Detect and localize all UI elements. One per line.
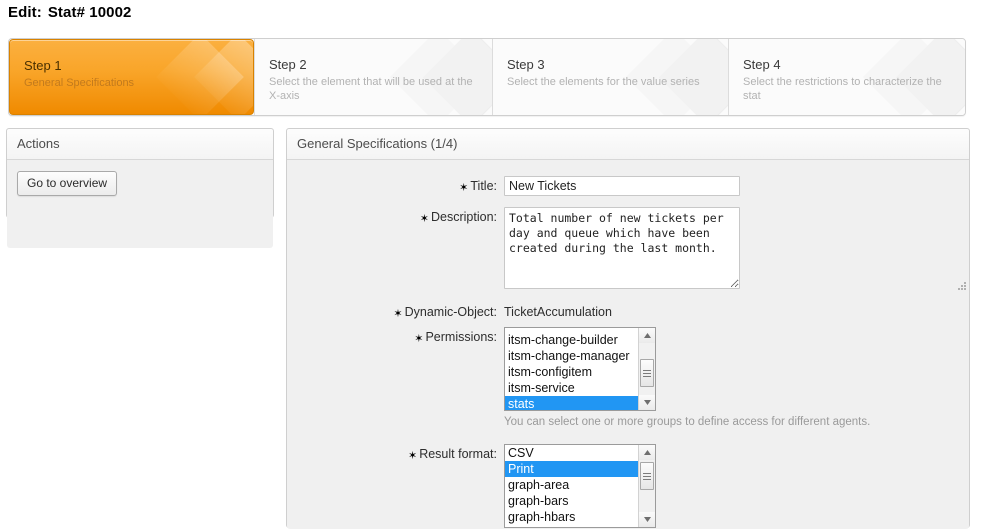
permissions-option[interactable]: itsm-configitem bbox=[505, 364, 638, 380]
dynamic-object-label: ✶ Dynamic-Object: bbox=[287, 302, 504, 323]
general-specifications-panel: General Specifications (1/4) ✶Title: ✶De… bbox=[286, 128, 970, 529]
actions-panel-body: Go to overview bbox=[7, 160, 273, 248]
permissions-scroll-track[interactable] bbox=[639, 343, 655, 395]
wizard-step-1-description: General Specifications bbox=[24, 77, 135, 89]
description-textarea[interactable]: Total number of new tickets per day and … bbox=[504, 207, 740, 289]
permissions-option[interactable]: itsm-change-builder bbox=[505, 332, 638, 348]
wizard-step-4[interactable]: Step 4 Select the restrictions to charac… bbox=[728, 39, 965, 115]
result-format-listbox[interactable]: CSV Print graph-area graph-bars graph-hb… bbox=[504, 444, 656, 528]
page-title-value: Stat# 10002 bbox=[47, 4, 132, 21]
scroll-thumb-grip-icon bbox=[643, 471, 651, 482]
result-format-scrollbar[interactable] bbox=[638, 445, 655, 527]
result-format-option[interactable]: graph-bars bbox=[505, 493, 638, 509]
wizard-step-2-description: Select the element that will be used at … bbox=[269, 76, 473, 102]
wizard-step-4-description: Select the restrictions to characterize … bbox=[743, 76, 942, 102]
scroll-up-arrow-icon[interactable] bbox=[639, 445, 655, 460]
required-marker-icon: ✶ bbox=[393, 307, 403, 320]
permissions-option[interactable]: itsm-service bbox=[505, 380, 638, 396]
page-title: Edit: Stat# 10002 bbox=[8, 4, 132, 21]
actions-panel-header: Actions bbox=[7, 129, 273, 160]
result-format-options: CSV Print graph-area graph-bars graph-hb… bbox=[505, 445, 638, 527]
wizard-step-3-description: Select the elements for the value series bbox=[507, 76, 700, 88]
form-row-dynamic-object: ✶ Dynamic-Object: TicketAccumulation bbox=[287, 302, 969, 323]
wizard-step-1-number: Step 1 bbox=[24, 58, 62, 73]
scroll-down-arrow-icon[interactable] bbox=[639, 512, 655, 527]
scroll-thumb-grip-icon bbox=[643, 368, 651, 379]
required-marker-icon: ✶ bbox=[407, 449, 418, 462]
permissions-label: ✶ Permissions: bbox=[287, 327, 504, 430]
dynamic-object-label-text: Dynamic-Object: bbox=[404, 305, 497, 319]
permissions-scrollbar[interactable] bbox=[638, 328, 655, 410]
permissions-options: itsm-change-builder itsm-change-manager … bbox=[505, 328, 638, 410]
permissions-option-selected[interactable]: stats bbox=[505, 396, 638, 410]
scroll-up-arrow-icon[interactable] bbox=[639, 328, 655, 343]
wizard-step-3-number: Step 3 bbox=[507, 57, 545, 72]
form-row-title: ✶ Title: bbox=[287, 176, 969, 197]
title-label: ✶ Title: bbox=[287, 176, 504, 197]
go-to-overview-button[interactable]: Go to overview bbox=[17, 171, 118, 196]
result-format-scroll-thumb[interactable] bbox=[640, 462, 654, 490]
wizard-step-bar: Step 1 General Specifications Step 2 Sel… bbox=[8, 38, 966, 116]
title-input[interactable] bbox=[504, 176, 740, 196]
permissions-hint: You can select one or more groups to def… bbox=[504, 416, 871, 428]
description-label: ✶ Description: bbox=[287, 207, 504, 292]
permissions-scroll-thumb[interactable] bbox=[640, 359, 654, 387]
page-title-prefix: Edit: bbox=[8, 4, 42, 21]
form-row-description: ✶ Description: Total number of new ticket… bbox=[287, 207, 969, 292]
description-label-text: Description: bbox=[431, 210, 497, 224]
general-specifications-header: General Specifications (1/4) bbox=[287, 129, 969, 160]
result-format-label-text: Result format: bbox=[419, 447, 497, 461]
result-format-option[interactable]: CSV bbox=[505, 445, 638, 461]
permissions-listbox[interactable]: itsm-change-builder itsm-change-manager … bbox=[504, 327, 656, 411]
result-format-option-selected[interactable]: Print bbox=[505, 461, 638, 477]
title-label-text: Title: bbox=[470, 179, 497, 193]
required-marker-icon: ✶ bbox=[414, 332, 424, 345]
form-row-permissions: ✶ Permissions: itsm-change-builder itsm-c… bbox=[287, 327, 969, 430]
required-marker-icon: ✶ bbox=[419, 212, 429, 225]
actions-panel: Actions Go to overview bbox=[6, 128, 274, 248]
wizard-step-4-number: Step 4 bbox=[743, 57, 781, 72]
required-marker-icon: ✶ bbox=[459, 181, 469, 194]
result-format-option[interactable]: graph-hbars bbox=[505, 509, 638, 525]
permissions-option[interactable]: itsm-change-manager bbox=[505, 348, 638, 364]
wizard-step-2[interactable]: Step 2 Select the element that will be u… bbox=[254, 39, 492, 115]
wizard-step-1[interactable]: Step 1 General Specifications bbox=[9, 39, 254, 115]
permissions-label-text: Permissions: bbox=[425, 330, 497, 344]
wizard-step-2-number: Step 2 bbox=[269, 57, 307, 72]
general-specifications-body: ✶Title: ✶Description: Total number of ne… bbox=[287, 160, 969, 529]
wizard-step-3[interactable]: Step 3 Select the elements for the value… bbox=[492, 39, 728, 115]
result-format-label: ✶ Result format: bbox=[287, 444, 504, 528]
dynamic-object-value: TicketAccumulation bbox=[504, 305, 612, 319]
form-row-result-format: ✶ Result format: CSV Print graph-area gra… bbox=[287, 444, 969, 528]
textarea-resize-grip-icon[interactable] bbox=[957, 281, 966, 290]
result-format-option[interactable]: graph-area bbox=[505, 477, 638, 493]
scroll-down-arrow-icon[interactable] bbox=[639, 395, 655, 410]
result-format-scroll-track[interactable] bbox=[639, 460, 655, 512]
